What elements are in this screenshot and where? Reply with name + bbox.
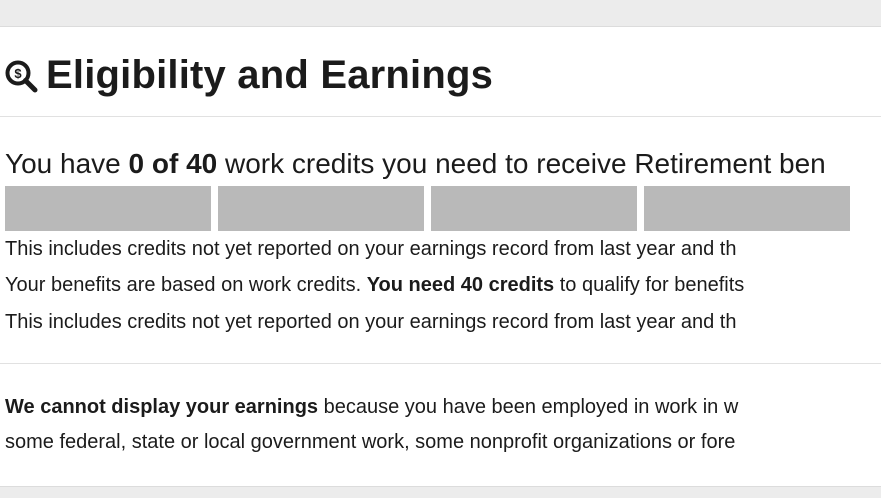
magnifier-dollar-icon: $ bbox=[5, 60, 38, 93]
divider bbox=[0, 116, 881, 117]
progress-segment bbox=[5, 186, 211, 231]
credits-note-2: Your benefits are based on work credits.… bbox=[5, 274, 745, 296]
eligibility-card: $ Eligibility and Earnings You have 0 of… bbox=[0, 26, 881, 487]
credits-progress-bar bbox=[5, 186, 850, 231]
divider bbox=[0, 363, 881, 364]
page-title: Eligibility and Earnings bbox=[46, 52, 494, 97]
credits-suffix: work credits you need to receive Retirem… bbox=[217, 148, 826, 179]
credits-needed: You need 40 credits bbox=[366, 274, 555, 296]
earnings-message-2: some federal, state or local government … bbox=[5, 431, 736, 453]
svg-text:$: $ bbox=[14, 66, 22, 81]
progress-segment bbox=[218, 186, 424, 231]
credits-count: 0 of 40 bbox=[128, 148, 218, 179]
earnings-message-1: We cannot display your earnings because … bbox=[5, 396, 739, 418]
credits-prefix: You have bbox=[5, 148, 129, 179]
progress-segment bbox=[431, 186, 637, 231]
credits-summary: You have 0 of 40 work credits you need t… bbox=[5, 148, 826, 180]
progress-segment bbox=[644, 186, 850, 231]
earnings-warning: We cannot display your earnings bbox=[5, 396, 319, 418]
credits-note-1: This includes credits not yet reported o… bbox=[5, 238, 737, 260]
credits-note-3: This includes credits not yet reported o… bbox=[5, 311, 737, 333]
section-header: $ Eligibility and Earnings bbox=[4, 51, 493, 99]
